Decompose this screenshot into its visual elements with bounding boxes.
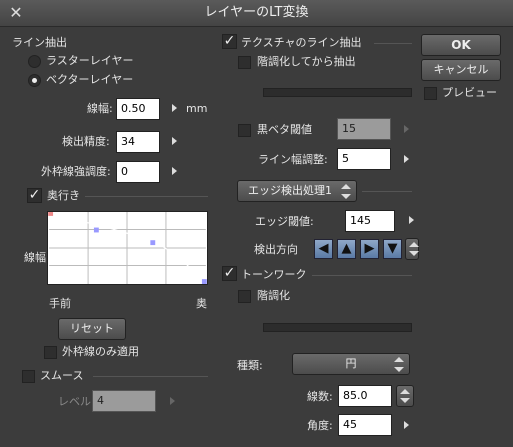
texture-divider: [374, 43, 412, 44]
tone-divider: [312, 275, 412, 276]
depth-checkbox[interactable]: ✓: [27, 188, 42, 203]
curve-point[interactable]: [93, 227, 99, 233]
outer-emphasis-input[interactable]: 0: [116, 161, 160, 183]
edge-threshold-label: エッジ閾値:: [255, 215, 314, 228]
edge-method-value: エッジ検出処理1: [248, 184, 332, 197]
reset-button[interactable]: リセット: [58, 318, 126, 340]
close-icon[interactable]: ✕: [8, 3, 24, 23]
texture-posterize-label: 階調化してから抽出: [257, 55, 356, 68]
graph-grid: [49, 212, 206, 284]
lines-count-spinner[interactable]: [396, 385, 414, 407]
tone-work-label: トーンワーク: [241, 268, 307, 281]
vector-layer-radio[interactable]: [28, 74, 41, 87]
line-adjust-label: ライン幅調整:: [258, 153, 328, 166]
black-solid-input[interactable]: 15: [337, 118, 391, 140]
smooth-label: スムース: [40, 369, 84, 382]
direction-down-icon[interactable]: ▼: [383, 239, 402, 259]
direction-right-icon[interactable]: ▶: [360, 239, 379, 259]
smooth-divider: [93, 376, 208, 377]
edge-threshold-arrow-icon[interactable]: [409, 216, 414, 224]
dropdown-updown-icon: [393, 357, 405, 372]
smooth-checkbox[interactable]: [22, 370, 35, 383]
curve-point[interactable]: [201, 279, 207, 284]
depth-label: 奥行き: [47, 189, 80, 202]
precision-label: 検出精度:: [62, 135, 110, 148]
texture-progress-bar: [263, 88, 412, 97]
direction-spinner[interactable]: [405, 238, 419, 260]
black-solid-arrow-icon[interactable]: [404, 125, 409, 133]
black-solid-checkbox[interactable]: [238, 124, 251, 137]
line-width-label: 線幅:: [87, 102, 113, 115]
texture-label: テクスチャのライン抽出: [241, 36, 362, 49]
precision-arrow-icon[interactable]: [172, 137, 177, 145]
graph-y-label: 線幅: [24, 251, 46, 264]
line-extract-header: ライン抽出: [12, 36, 67, 49]
preview-checkbox[interactable]: [424, 87, 437, 100]
outer-only-label: 外枠線のみ適用: [62, 345, 139, 358]
outer-only-checkbox[interactable]: [44, 346, 57, 359]
line-adjust-arrow-icon[interactable]: [404, 155, 409, 163]
direction-label: 検出方向: [254, 243, 298, 256]
angle-label: 角度:: [307, 419, 333, 432]
tone-progress-bar: [263, 323, 412, 332]
black-solid-label: 黒ベタ閾値: [257, 123, 312, 136]
edge-divider: [362, 191, 412, 192]
tone-type-dropdown[interactable]: 円: [292, 353, 410, 375]
raster-layer-radio[interactable]: [28, 55, 41, 68]
precision-input[interactable]: 34: [116, 131, 160, 153]
outer-emphasis-arrow-icon[interactable]: [172, 167, 177, 175]
texture-checkbox[interactable]: ✓: [222, 34, 237, 49]
edge-method-dropdown[interactable]: エッジ検出処理1: [237, 180, 357, 202]
curve-point[interactable]: [150, 240, 156, 246]
direction-up-icon[interactable]: ▲: [337, 239, 356, 259]
curve-point[interactable]: [48, 211, 54, 216]
window-title: レイヤーのLT変換: [204, 5, 309, 20]
tone-work-checkbox[interactable]: ✓: [222, 266, 237, 281]
edge-threshold-input[interactable]: 145: [345, 210, 395, 232]
dropdown-updown-icon: [340, 184, 352, 199]
line-adjust-input[interactable]: 5: [337, 148, 391, 170]
angle-input[interactable]: 45: [338, 414, 392, 436]
tone-posterize-label: 階調化: [257, 289, 290, 302]
line-width-unit: mm: [186, 102, 208, 115]
tone-posterize-checkbox[interactable]: [238, 290, 251, 303]
tone-type-label: 種類:: [237, 359, 263, 372]
depth-divider: [85, 196, 208, 197]
cancel-button[interactable]: キャンセル: [421, 59, 501, 81]
angle-arrow-icon[interactable]: [404, 421, 409, 429]
texture-posterize-checkbox[interactable]: [238, 56, 251, 69]
lines-count-label: 線数:: [307, 390, 333, 403]
preview-label: プレビュー: [442, 86, 497, 99]
level-arrow-icon[interactable]: [170, 397, 175, 405]
graph-x-right-label: 奥: [196, 297, 207, 310]
window-titlebar: レイヤーのLT変換: [0, 0, 513, 27]
ok-button[interactable]: OK: [421, 34, 501, 56]
depth-curve-graph[interactable]: [47, 211, 208, 285]
level-label: レベル:: [58, 395, 95, 408]
graph-x-left-label: 手前: [49, 297, 71, 310]
raster-layer-label: ラスターレイヤー: [46, 54, 134, 67]
direction-left-icon[interactable]: ◀: [314, 239, 333, 259]
vector-layer-label: ベクターレイヤー: [46, 73, 134, 86]
line-width-input[interactable]: 0.50: [116, 98, 160, 120]
line-width-arrow-icon[interactable]: [172, 104, 177, 112]
lines-count-input[interactable]: 85.0: [338, 385, 392, 407]
outer-emphasis-label: 外枠線強調度:: [41, 165, 111, 178]
level-input[interactable]: 4: [92, 390, 156, 412]
tone-type-value: 円: [345, 357, 357, 370]
